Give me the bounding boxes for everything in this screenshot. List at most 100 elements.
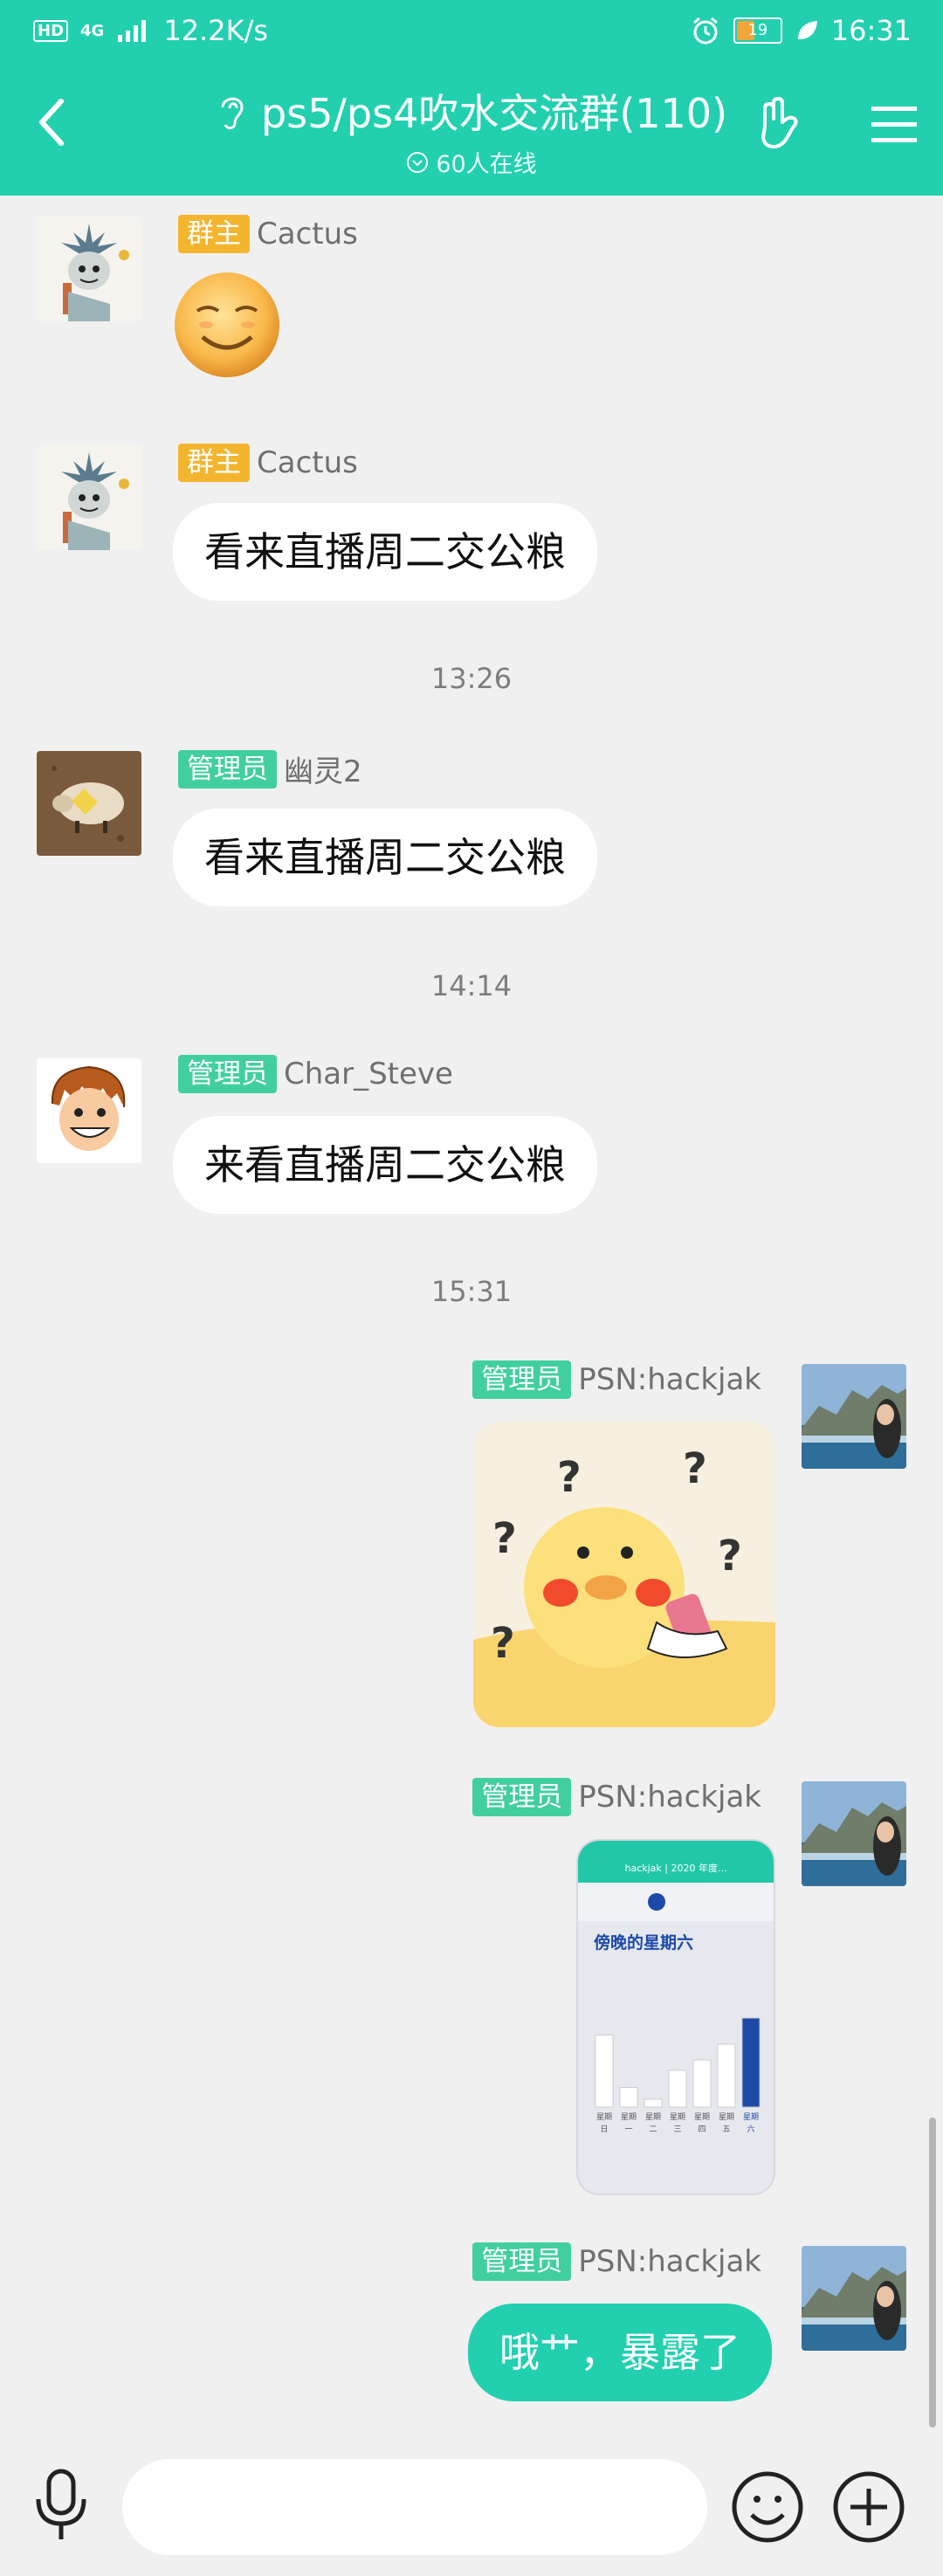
microphone-icon[interactable] [30, 2466, 93, 2545]
role-badge: 管理员 [472, 1360, 572, 1399]
thumb-bar-chart: 星期日 星期一 星期二 星期三 星期四 星期五 星期六 [595, 2017, 761, 2134]
confused-duck-sticker[interactable]: ? ? ? ? ? [473, 1422, 775, 1727]
message-bubble[interactable]: 来看直播周二交公粮 [173, 1116, 597, 1214]
online-dropdown-icon [407, 151, 429, 173]
thumb-day-label: 六 [747, 2124, 754, 2134]
top-bar: HD 4G 12.2K/s 19 16:31 ps5/ps4吹水交流群(110)… [0, 0, 943, 196]
sender-name[interactable]: PSN:hackjak [578, 2244, 761, 2279]
role-badge: 管理员 [178, 749, 277, 789]
status-bar: HD 4G 12.2K/s 19 16:31 [0, 0, 943, 63]
statue-avatar-icon [37, 445, 141, 550]
message-input[interactable] [122, 2459, 707, 2555]
page-title: ps5/ps4吹水交流群(110) [260, 90, 728, 137]
timestamp: 15:31 [430, 1275, 513, 1308]
avatar[interactable] [37, 217, 141, 321]
avatar[interactable] [802, 1364, 906, 1469]
svg-text:?: ? [491, 1619, 515, 1668]
battery-indicator: 19 [733, 17, 782, 44]
boy-avatar-icon [37, 1058, 141, 1163]
hand-gesture-icon[interactable] [753, 96, 809, 152]
svg-text:?: ? [557, 1453, 582, 1502]
thumb-day-label: 星期 [645, 2112, 661, 2122]
menu-icon[interactable] [866, 96, 922, 152]
thumb-day-label: 四 [698, 2125, 706, 2134]
role-badge: 群主 [178, 444, 250, 482]
svg-text:?: ? [492, 1514, 517, 1563]
thumb-day-label: 星期 [621, 2112, 637, 2122]
network-speed: 12.2K/s [163, 14, 269, 47]
sender-name[interactable]: Char_Steve [284, 1057, 453, 1092]
input-bar [0, 2428, 943, 2576]
svg-text:?: ? [683, 1444, 707, 1493]
sender-name[interactable]: PSN:hackjak [578, 1780, 761, 1815]
timestamp: 14:14 [430, 969, 513, 1002]
sender-line: 群主 Cactus [178, 215, 358, 253]
message-bubble[interactable]: 哦艹，暴露了 [468, 2304, 772, 2401]
message-bubble[interactable]: 看来直播周二交公粮 [173, 809, 597, 906]
thumb-day-label: 日 [600, 2125, 608, 2134]
thumb-day-label: 五 [722, 2125, 730, 2134]
avatar[interactable] [37, 445, 141, 550]
coast-avatar-icon [802, 1781, 906, 1886]
thumb-day-label: 星期 [719, 2112, 734, 2122]
statue-avatar-icon [37, 217, 141, 321]
thumb-heading: 傍晚的星期六 [594, 1933, 694, 1953]
alarm-icon [692, 17, 718, 45]
chat-area[interactable]: 群主 Cactus 群主 Cactus 看来直播周二交公粮 13:26 管理员 … [0, 196, 943, 2428]
ear-icon [221, 97, 244, 130]
thumb-day-label: 星期 [596, 2112, 612, 2122]
thumb-bar [595, 2035, 614, 2108]
add-icon[interactable] [831, 2469, 906, 2545]
clock: 16:31 [830, 14, 912, 47]
role-badge: 管理员 [178, 1055, 277, 1093]
sender-name[interactable]: Cactus [257, 217, 358, 251]
leaf-icon [797, 21, 817, 39]
thumb-day-label: 二 [649, 2125, 657, 2134]
thumb-day-label: 一 [624, 2125, 632, 2134]
header-title-area[interactable]: ps5/ps4吹水交流群(110) 60人在线 [175, 82, 768, 179]
network-type: 4G [80, 21, 105, 40]
thumb-day-label: 星期 [694, 2112, 710, 2122]
thumb-tabs [578, 1883, 774, 1921]
sender-name[interactable]: 幽灵2 [284, 747, 362, 790]
thumb-tab-active [648, 1893, 665, 1911]
sender-line: 管理员 幽灵2 [178, 747, 362, 790]
sender-name[interactable]: Cactus [257, 445, 358, 480]
sender-name[interactable]: PSN:hackjak [578, 1362, 761, 1397]
online-count: 60人在线 [436, 151, 537, 178]
screenshot-image[interactable]: hackjak | 2020 年度... 傍晚的星期六 星期日 星期一 星期二 星期三… [576, 1839, 775, 2195]
thumb-title: hackjak | 2020 年度... [578, 1841, 774, 1883]
role-badge: 管理员 [472, 1778, 572, 1816]
sheep-avatar-icon [37, 751, 141, 856]
message-bubble[interactable]: 看来直播周二交公粮 [173, 503, 597, 601]
thumb-bar [717, 2043, 736, 2108]
coast-avatar-icon [802, 2246, 906, 2351]
thumb-day-label: 星期 [670, 2112, 685, 2122]
sender-line: 群主 Cactus [178, 444, 358, 482]
thumb-bar [619, 2087, 638, 2108]
thumb-bar [668, 2070, 687, 2108]
timestamp: 13:26 [430, 662, 513, 695]
signal-icon [118, 20, 147, 42]
avatar[interactable] [37, 751, 141, 856]
sender-line: 管理员 PSN:hackjak [367, 1360, 761, 1399]
thumb-bar [692, 2059, 712, 2108]
sender-line: 管理员 Char_Steve [178, 1055, 453, 1093]
thumb-bar [644, 2098, 663, 2108]
coast-avatar-icon [802, 1364, 906, 1469]
role-badge: 管理员 [472, 2242, 572, 2281]
sender-line: 管理员 PSN:hackjak [367, 1778, 761, 1816]
thumb-bar [741, 2017, 761, 2108]
svg-text:?: ? [718, 1532, 742, 1581]
sender-line: 管理员 PSN:hackjak [367, 2242, 761, 2281]
thumb-day-label: 星期 [743, 2112, 759, 2122]
avatar[interactable] [37, 1058, 141, 1163]
role-badge: 群主 [178, 215, 250, 253]
thumb-day-label: 三 [673, 2125, 681, 2134]
avatar[interactable] [802, 1781, 906, 1886]
smile-emoji-sticker[interactable] [171, 269, 283, 381]
back-icon[interactable] [35, 96, 70, 148]
emoji-icon[interactable] [730, 2469, 805, 2545]
avatar[interactable] [802, 2246, 906, 2351]
scrollbar[interactable] [929, 2118, 936, 2428]
